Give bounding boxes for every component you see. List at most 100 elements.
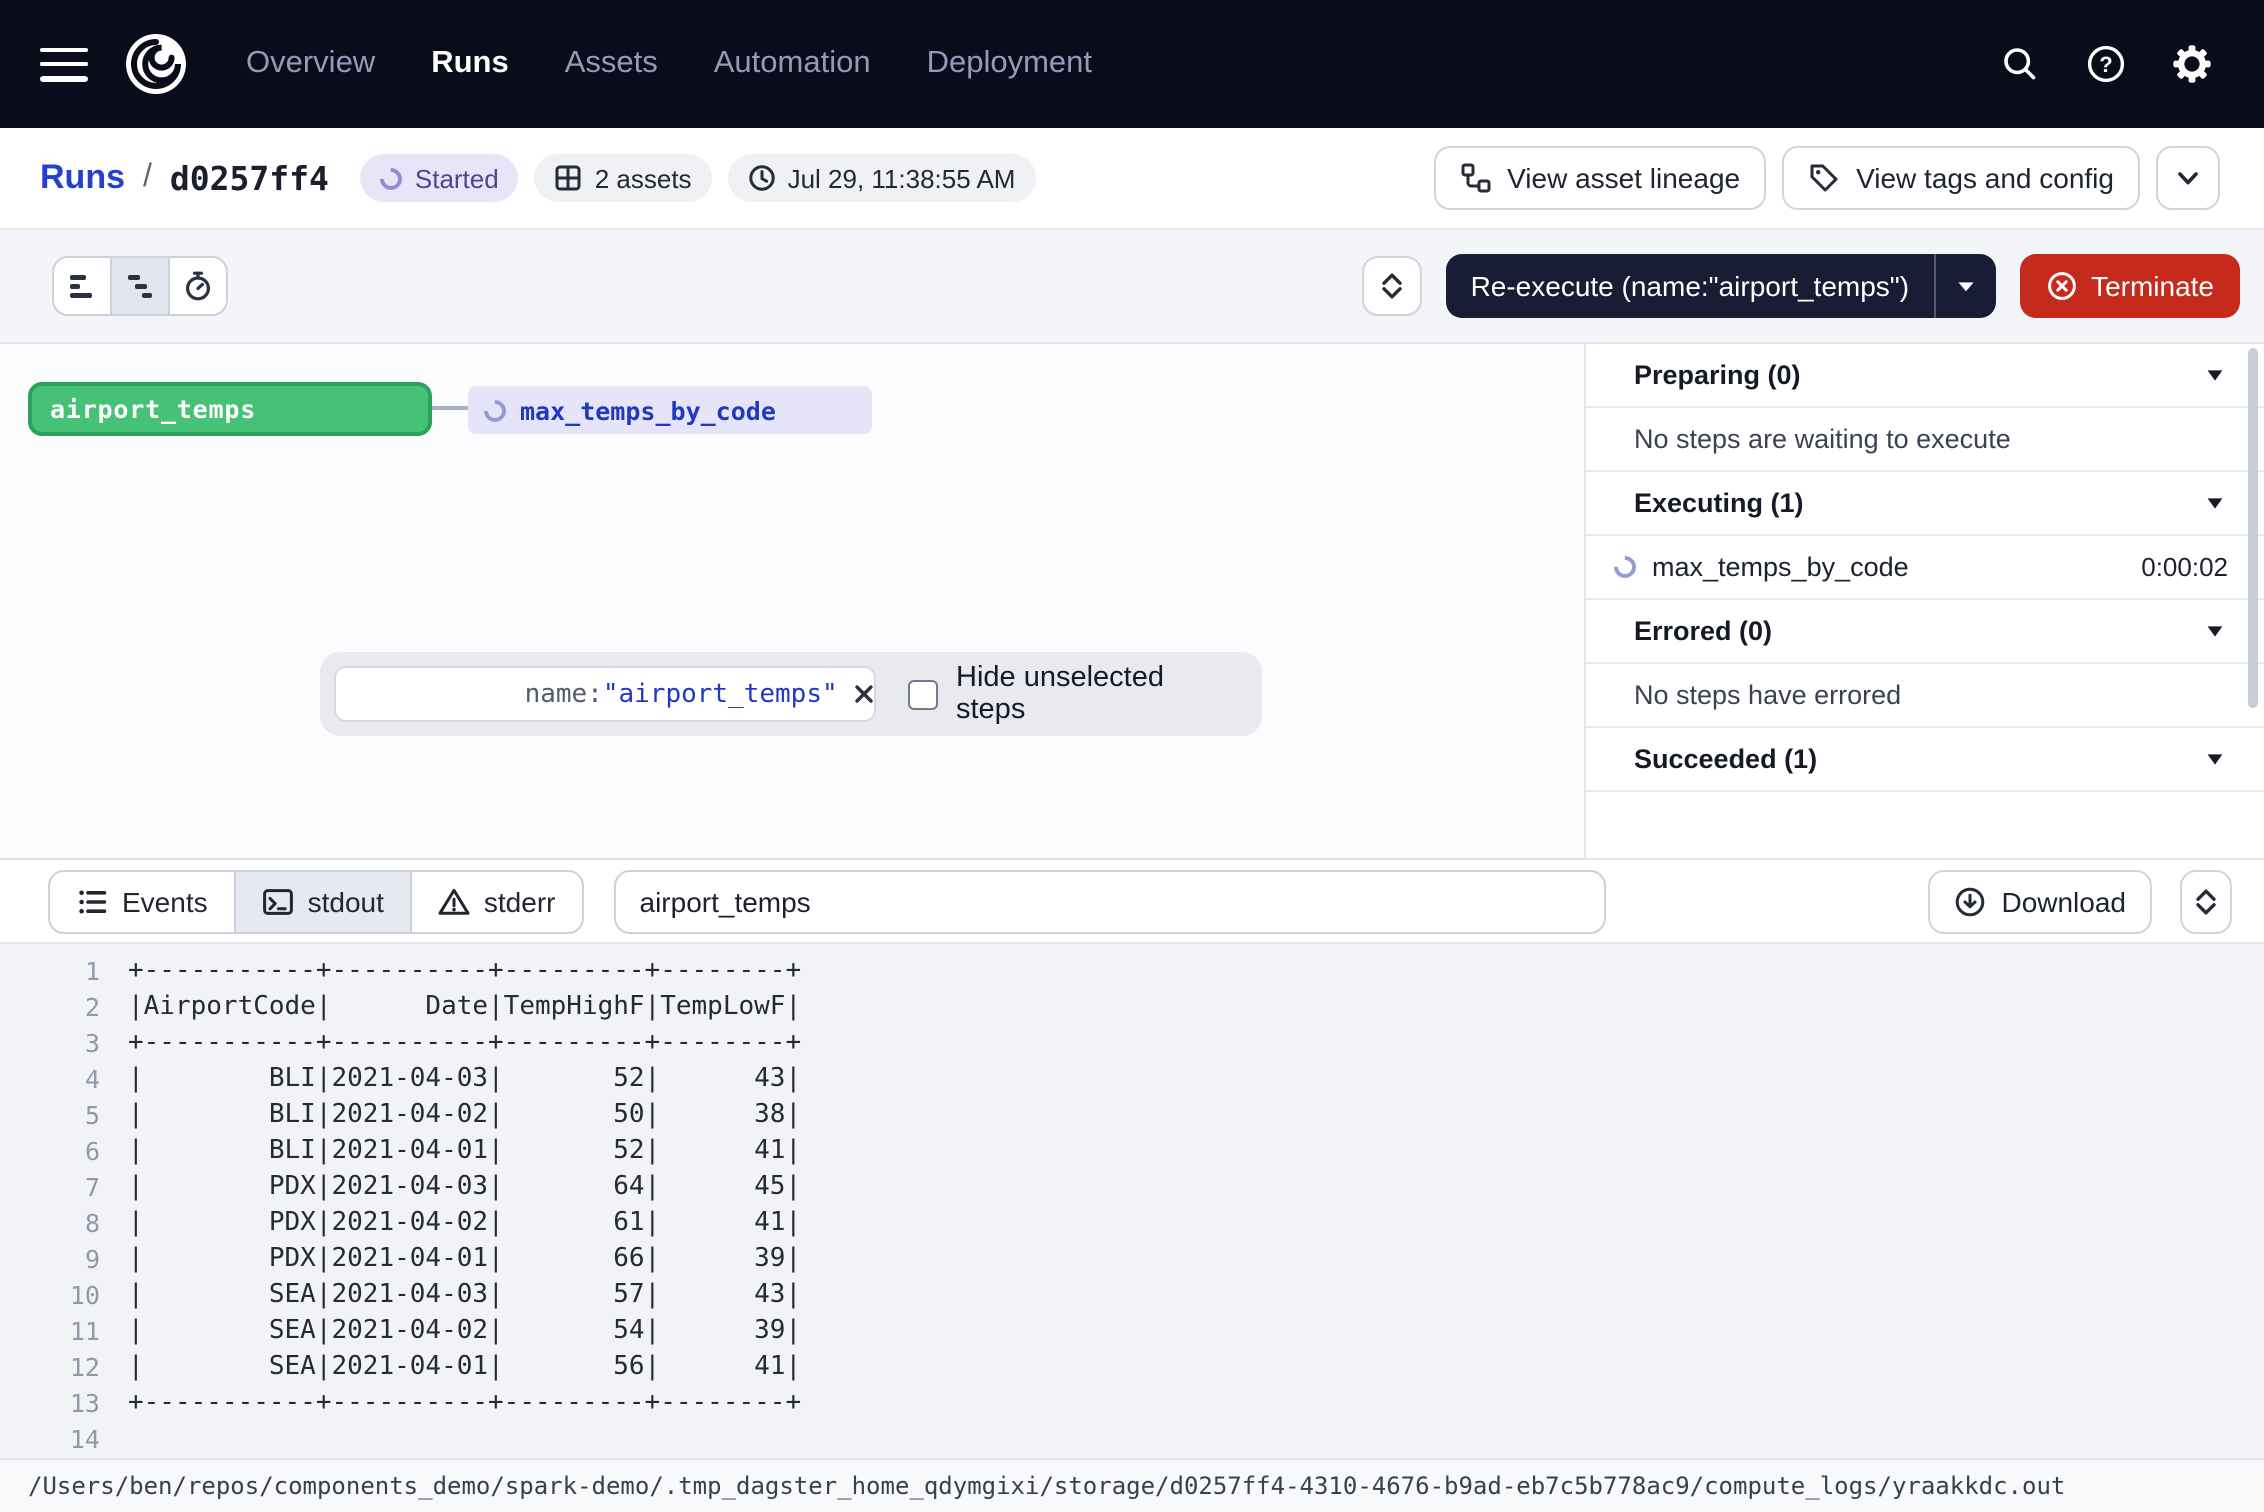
clear-filter-button[interactable] [852,682,876,706]
reexecute-button-group: Re-execute (name:"airport_temps") [1447,254,1996,318]
hide-unselected-checkbox[interactable]: Hide unselected steps [908,662,1234,726]
filter-term: "airport_temps" [603,679,838,709]
tab-events-label: Events [122,885,208,917]
view-asset-lineage-button[interactable]: View asset lineage [1433,146,1766,210]
lineage-icon [1459,162,1491,194]
run-badges: Started 2 assets Jul 29, 11:38:55 AM [361,154,1036,202]
section-title: Succeeded (1) [1634,744,1817,774]
header-expand-button[interactable] [2156,146,2220,210]
reexecute-dropdown-button[interactable] [1933,254,1995,318]
expand-steps-button[interactable] [1363,256,1423,316]
search-button[interactable] [1986,30,2054,98]
spinner-icon [479,394,510,425]
search-icon [2000,44,2040,84]
stdout-log-viewer[interactable]: 1+-----------+----------+---------+-----… [0,944,2264,1458]
nav-item-runs[interactable]: Runs [431,46,509,82]
log-filter-input[interactable] [614,869,1606,933]
nav-item-deployment[interactable]: Deployment [927,46,1092,82]
nav-item-overview[interactable]: Overview [246,46,375,82]
caret-down-icon [1949,270,1981,302]
step-node-label: max_temps_by_code [520,395,776,425]
nav-item-assets[interactable]: Assets [565,46,658,82]
tag-icon [1808,162,1840,194]
hamburger-button[interactable] [40,47,88,81]
run-id: d0257ff4 [170,159,329,197]
panel-section-errored[interactable]: Errored (0) [1586,600,2264,664]
top-nav: Overview Runs Assets Automation Deployme… [0,0,2264,128]
tab-stdout[interactable]: stdout [234,869,412,933]
step-node-max-temps-by-code[interactable]: max_temps_by_code [468,386,872,434]
elapsed-time: 0:00:02 [2141,552,2228,582]
panel-section-succeeded[interactable]: Succeeded (1) [1586,728,2264,792]
logs-toolbar: Events stdout stderr [0,860,2264,944]
line-number: 10 [0,1278,100,1314]
terminate-label: Terminate [2091,270,2214,302]
view-tags-config-label: View tags and config [1856,162,2114,194]
assets-count-label: 2 assets [595,163,692,193]
settings-button[interactable] [2158,30,2226,98]
spinner-icon [376,162,407,193]
hide-unselected-label: Hide unselected steps [956,662,1234,726]
log-line: 12| SEA|2021-04-01| 56| 41| [0,1350,2264,1386]
log-file-path: /Users/ben/repos/components_demo/spark-d… [28,1472,2065,1500]
line-number: 13 [0,1386,100,1422]
view-mode-group [52,256,228,316]
breadcrumb-separator: / [143,160,152,196]
gear-icon [2172,44,2212,84]
section-title: Preparing (0) [1634,360,1801,390]
panel-section-preparing[interactable]: Preparing (0) [1586,344,2264,408]
grid-icon [555,164,583,192]
log-line: 11| SEA|2021-04-02| 54| 39| [0,1314,2264,1350]
view-tags-config-button[interactable]: View tags and config [1782,146,2140,210]
timestamp-label: Jul 29, 11:38:55 AM [788,163,1016,193]
step-filter-input[interactable]: name:"airport_temps" [334,666,876,722]
line-number: 8 [0,1206,100,1242]
view-asset-lineage-label: View asset lineage [1507,162,1740,194]
warning-icon [438,885,470,917]
dagster-logo-icon [122,30,190,98]
log-file-path-bar: /Users/ben/repos/components_demo/spark-d… [0,1458,2264,1512]
download-button[interactable]: Download [1927,869,2152,933]
svg-text:?: ? [2099,52,2112,77]
help-icon: ? [2086,44,2126,84]
nav-item-automation[interactable]: Automation [714,46,871,82]
executing-step-name: max_temps_by_code [1652,552,1909,582]
timing-view-button[interactable] [168,256,228,316]
logs-fullscreen-button[interactable] [2180,869,2232,933]
executing-step-row[interactable]: max_temps_by_code 0:00:02 [1586,536,2264,600]
panel-section-executing[interactable]: Executing (1) [1586,472,2264,536]
reexecute-button[interactable]: Re-execute (name:"airport_temps") [1447,254,1934,318]
nav-links: Overview Runs Assets Automation Deployme… [246,46,1092,82]
header-actions: View asset lineage View tags and config [1433,146,2220,210]
logs-actions: Download [1927,869,2232,933]
download-icon [1953,885,1985,917]
download-label: Download [2001,885,2126,917]
clock-icon [748,164,776,192]
runs-link[interactable]: Runs [40,158,125,198]
run-graph: airport_temps max_temps_by_code name:"ai… [0,344,1584,860]
step-node-airport-temps[interactable]: airport_temps [28,382,432,436]
assets-count-badge[interactable]: 2 assets [535,154,712,202]
dagster-logo[interactable] [122,30,190,98]
panel-scrollbar[interactable] [2248,348,2258,708]
tab-events[interactable]: Events [48,869,236,933]
filter-prefix: name: [525,679,603,709]
line-number: 7 [0,1170,100,1206]
gantt-flat-view-button[interactable] [52,256,112,316]
close-icon [852,682,876,706]
spinner-icon [1609,551,1640,582]
log-line: 5| BLI|2021-04-02| 50| 38| [0,1098,2264,1134]
gantt-waterfall-view-button[interactable] [110,256,170,316]
line-number: 3 [0,1026,100,1062]
gantt-waterfall-icon [124,270,156,302]
section-title: Errored (0) [1634,616,1772,646]
line-number: 9 [0,1242,100,1278]
tab-stderr[interactable]: stderr [410,869,584,933]
terminate-icon [2045,270,2077,302]
chevron-down-icon [2202,490,2228,516]
help-button[interactable]: ? [2072,30,2140,98]
tab-stdout-label: stdout [308,885,384,917]
errored-empty-message: No steps have errored [1586,664,2264,728]
terminate-button[interactable]: Terminate [2019,254,2240,318]
terminal-icon [262,885,294,917]
